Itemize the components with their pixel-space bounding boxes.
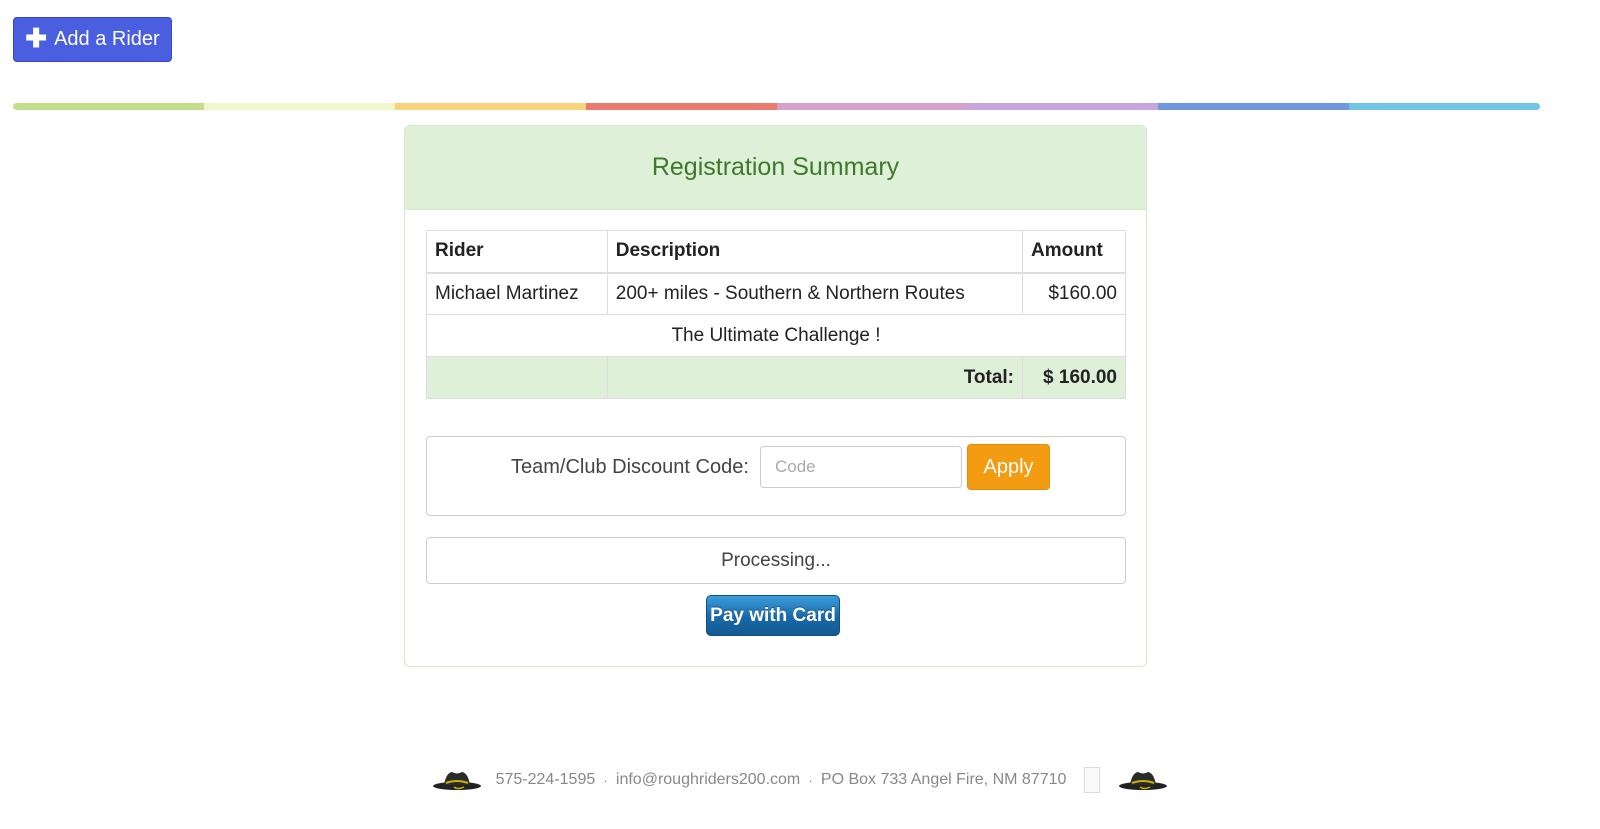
total-value: $ 160.00 bbox=[1022, 356, 1126, 399]
cowboy-hat-icon bbox=[432, 772, 481, 790]
discount-code-input[interactable] bbox=[760, 446, 962, 488]
column-header-description: Description bbox=[606, 230, 1024, 274]
plus-icon: ✚ bbox=[25, 23, 48, 53]
add-rider-button[interactable]: ✚ Add a Rider bbox=[13, 17, 172, 62]
stripe-segment bbox=[203, 103, 395, 110]
discount-form: Team/Club Discount Code: Apply bbox=[426, 436, 1126, 516]
route-note: The Ultimate Challenge ! bbox=[426, 314, 1126, 357]
stripe-segment bbox=[585, 103, 777, 110]
total-label: Total: bbox=[606, 356, 1024, 399]
pay-with-card-button[interactable]: Pay with Card bbox=[706, 595, 840, 636]
color-stripe bbox=[13, 103, 1540, 110]
stripe-segment bbox=[1158, 103, 1350, 110]
rider-name: Michael Martinez bbox=[426, 272, 608, 315]
total-row: Total: $ 160.00 bbox=[426, 356, 1126, 399]
column-header-amount: Amount bbox=[1022, 230, 1126, 274]
footer-address: PO Box 733 Angel Fire, NM 87710 bbox=[820, 771, 1067, 788]
total-spacer bbox=[426, 356, 608, 399]
stripe-segment bbox=[394, 103, 586, 110]
registration-summary-panel: Registration Summary Rider Description A… bbox=[404, 125, 1147, 667]
note-row: The Ultimate Challenge ! bbox=[426, 314, 1126, 357]
payment-status: Processing... bbox=[426, 537, 1126, 584]
badge-icon bbox=[1084, 767, 1101, 793]
column-header-rider: Rider bbox=[426, 230, 608, 274]
footer-separator: · bbox=[603, 772, 608, 788]
stripe-segment bbox=[776, 103, 968, 110]
stripe-segment bbox=[1349, 103, 1540, 110]
table-row: Michael Martinez 200+ miles - Southern &… bbox=[426, 272, 1126, 315]
table-header-row: Rider Description Amount bbox=[426, 230, 1126, 274]
stripe-segment bbox=[13, 103, 204, 110]
footer-separator: · bbox=[808, 772, 813, 788]
footer-phone: 575-224-1595 bbox=[495, 771, 596, 788]
discount-label: Team/Club Discount Code: bbox=[511, 456, 749, 478]
summary-table: Rider Description Amount Michael Martine… bbox=[426, 230, 1126, 399]
panel-title: Registration Summary bbox=[405, 126, 1146, 210]
footer-email[interactable]: info@roughriders200.com bbox=[616, 771, 800, 789]
apply-button[interactable]: Apply bbox=[967, 444, 1050, 490]
stripe-segment bbox=[967, 103, 1159, 110]
page: ✚ Add a Rider Registration Summary Rider… bbox=[0, 0, 1600, 829]
rider-amount: $160.00 bbox=[1022, 272, 1126, 315]
rider-description: 200+ miles - Southern & Northern Routes bbox=[606, 272, 1024, 315]
footer: 575-224-1595 · info@roughriders200.com ·… bbox=[0, 760, 1600, 800]
cowboy-hat-icon bbox=[1119, 772, 1168, 790]
add-rider-label: Add a Rider bbox=[54, 28, 160, 50]
